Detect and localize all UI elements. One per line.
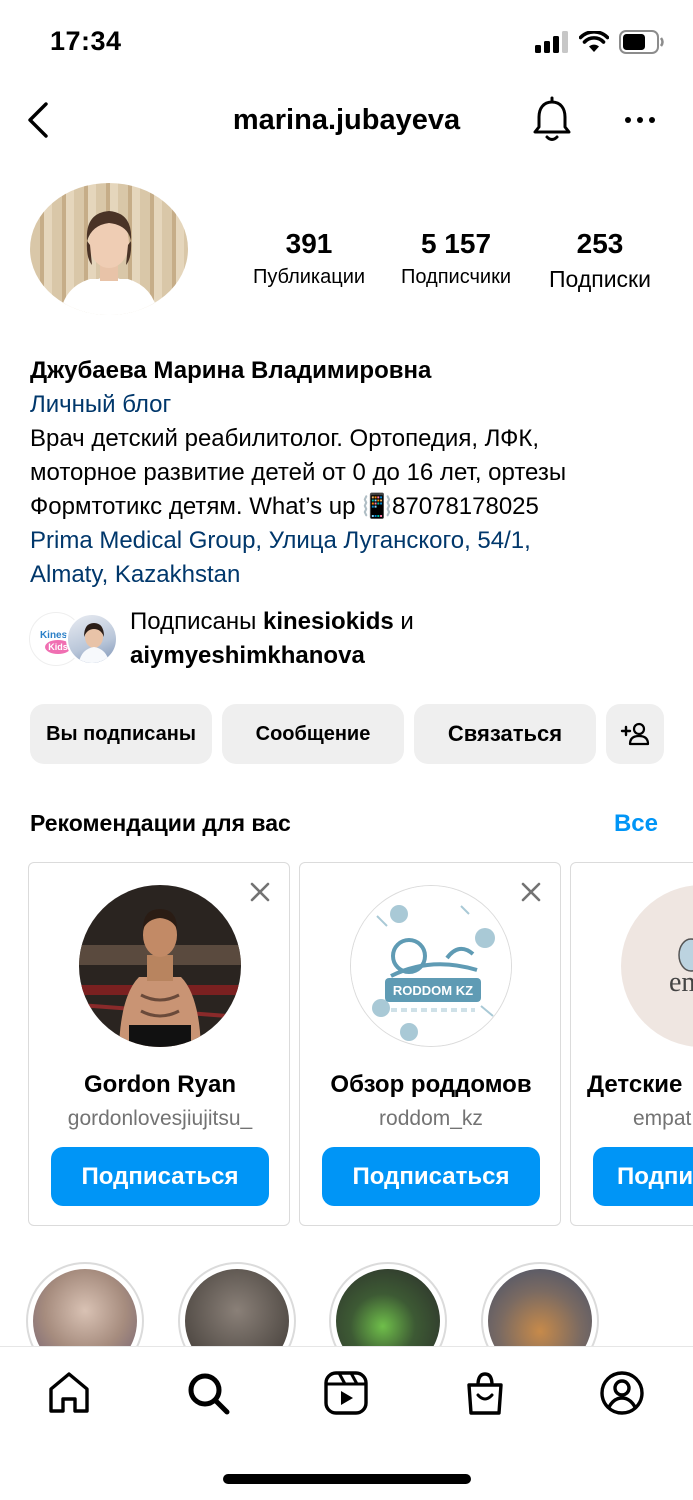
highlight-cover — [185, 1269, 289, 1346]
home-icon[interactable] — [45, 1369, 93, 1417]
profile-category: Личный блог — [30, 391, 172, 418]
highlight-cover — [336, 1269, 440, 1346]
suggestion-name: Gordon Ryan — [83, 1071, 236, 1098]
wifi-icon — [579, 31, 609, 52]
kinesio-logo-text2: Kids — [48, 642, 68, 652]
suggestions-title: Рекомендации для вас — [30, 810, 291, 836]
highlight-cover — [488, 1269, 592, 1346]
posts-label: Публикации — [252, 266, 366, 288]
profile-bio: Джубаева Марина Владимировна Личный блог… — [30, 354, 670, 592]
shop-icon[interactable] — [461, 1369, 509, 1417]
following-count: 253 — [576, 228, 624, 259]
posts-stat[interactable]: 391 Публикации — [236, 228, 382, 293]
followed-by-user-1[interactable]: kinesiokids — [263, 608, 394, 635]
suggestion-avatar[interactable]: emp — [621, 885, 693, 1047]
status-time: 17:34 — [50, 26, 122, 56]
aiymyeshimkhanova-avatar — [66, 613, 118, 665]
dismiss-icon[interactable] — [247, 879, 273, 905]
cellular-signal-icon — [535, 31, 568, 53]
suggest-people-button[interactable] — [606, 704, 664, 764]
posts-count: 391 — [285, 228, 333, 259]
highlight-item[interactable] — [26, 1262, 144, 1346]
suggestion-avatar[interactable] — [79, 885, 241, 1047]
followed-by-avatars: Kinesio Kids — [30, 613, 120, 667]
profile-username: marina.jubayeva — [232, 104, 461, 136]
profile-header-bar: marina.jubayeva — [0, 92, 693, 152]
suggestion-card[interactable]: emp Детские empat Подпи — [570, 862, 693, 1226]
bio-line-3: Формтотикс детям. What’s up 📳87078178025 — [30, 490, 670, 524]
followed-by-text: Подписаны kinesiokids и aiymyeshimkhanov… — [130, 605, 414, 673]
suggestions-header: Рекомендации для вас Все — [30, 810, 663, 844]
suggestion-username: gordonlovesjiujitsu_ — [67, 1107, 253, 1130]
empat-logo-text: emp — [669, 967, 693, 998]
profile-photo — [30, 183, 188, 315]
followed-by-and: и — [393, 608, 414, 635]
followers-label: Подписчики — [400, 266, 512, 288]
home-indicator[interactable] — [223, 1474, 471, 1484]
profile-full-name: Джубаева Марина Владимировна — [30, 357, 432, 384]
vibration-emoji-icon: 📳 — [362, 493, 393, 520]
notifications-bell-icon[interactable] — [530, 96, 574, 144]
follow-button[interactable]: Подписаться — [322, 1147, 540, 1206]
suggestion-name: Детские — [587, 1071, 683, 1098]
add-person-icon — [620, 722, 650, 746]
profile-avatar[interactable] — [30, 183, 188, 315]
followed-by[interactable]: Kinesio Kids Подписаны kinesiokids и aiy… — [30, 605, 670, 675]
story-highlights — [26, 1262, 693, 1346]
battery-icon — [619, 30, 664, 54]
highlight-item[interactable] — [329, 1262, 447, 1346]
highlight-item[interactable] — [178, 1262, 296, 1346]
followed-by-user-2[interactable]: aiymyeshimkhanova — [130, 642, 365, 669]
profile-actions: Вы подписаны Сообщение Связаться — [30, 704, 664, 764]
location-line-1[interactable]: Prima Medical Group, Улица Луганского, 5… — [30, 524, 670, 558]
status-icons — [535, 30, 665, 54]
following-stat[interactable]: 253 Подписки — [530, 228, 670, 293]
profile-icon[interactable] — [598, 1369, 646, 1417]
highlight-cover — [33, 1269, 137, 1346]
bio-line-1: Врач детский реабилитолог. Ортопедия, ЛФ… — [30, 425, 540, 452]
follow-button[interactable]: Подписаться — [51, 1147, 269, 1206]
following-label: Подписки — [549, 266, 651, 292]
see-all-link[interactable]: Все — [614, 810, 658, 838]
contact-button[interactable]: Связаться — [414, 704, 596, 764]
following-button[interactable]: Вы подписаны — [30, 704, 212, 764]
reels-icon[interactable] — [322, 1369, 370, 1417]
suggestion-card[interactable]: RODDOM KZ Обзор роддомов roddom_kz Подпи… — [299, 862, 561, 1226]
suggestion-username: roddom_kz — [379, 1107, 483, 1130]
suggestion-name: Обзор роддомов — [330, 1071, 532, 1098]
suggestion-username: empat — [633, 1107, 692, 1130]
followers-count: 5 157 — [420, 228, 492, 259]
more-options-icon[interactable] — [620, 110, 660, 130]
message-button[interactable]: Сообщение — [222, 704, 404, 764]
location-line-2[interactable]: Almaty, Kazakhstan — [30, 558, 670, 592]
bio-phone: 87078178025 — [392, 493, 539, 520]
bio-line-2: моторное развитие детей от 0 до 16 лет, … — [30, 459, 567, 486]
suggestion-avatar[interactable]: RODDOM KZ — [350, 885, 512, 1047]
roddom-logo-text: RODDOM KZ — [393, 983, 473, 998]
followed-by-prefix: Подписаны — [130, 608, 263, 635]
search-icon[interactable] — [184, 1369, 232, 1417]
followers-stat[interactable]: 5 157 Подписчики — [382, 228, 530, 293]
dismiss-icon[interactable] — [518, 879, 544, 905]
highlight-item[interactable] — [481, 1262, 599, 1346]
suggestions-carousel[interactable]: Gordon Ryan gordonlovesjiujitsu_ Подписа… — [28, 862, 693, 1227]
suggestion-card[interactable]: Gordon Ryan gordonlovesjiujitsu_ Подписа… — [28, 862, 290, 1226]
status-bar: 17:34 — [0, 0, 693, 86]
profile-stats: 391 Публикации 5 157 Подписчики 253 Подп… — [236, 228, 676, 293]
follow-button[interactable]: Подпи — [593, 1147, 693, 1206]
bio-line-3-text: Формтотикс детям. What’s up — [30, 493, 363, 520]
